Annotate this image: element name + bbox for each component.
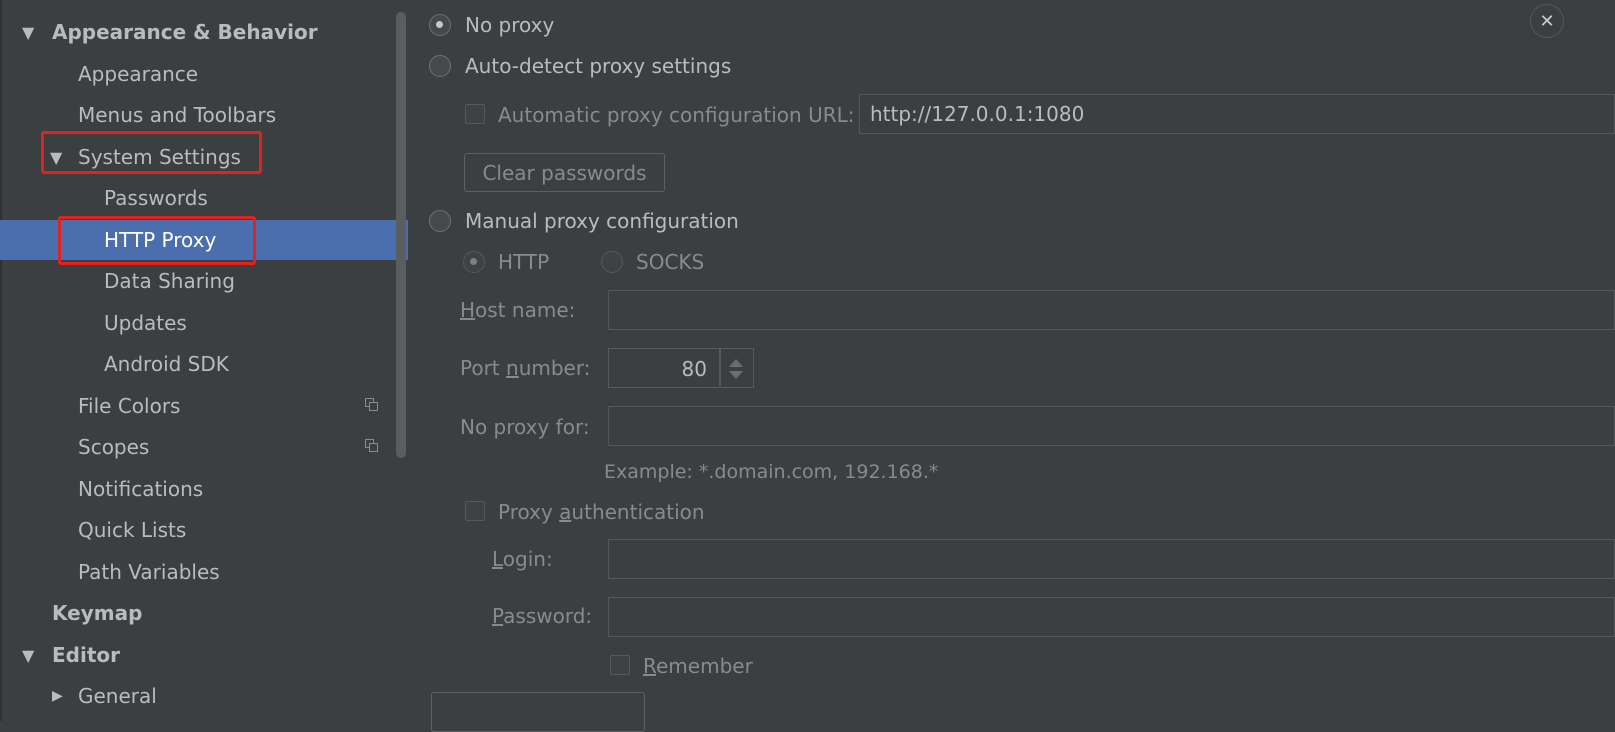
sidebar-item-appearance-behavior[interactable]: ▼ Appearance & Behavior bbox=[0, 12, 408, 52]
sidebar-item-label: File Colors bbox=[78, 394, 181, 418]
login-label: Login: bbox=[492, 547, 553, 571]
sidebar-item-label: General bbox=[78, 684, 157, 708]
sidebar-item-file-colors[interactable]: File Colors bbox=[0, 386, 408, 426]
sidebar-item-label: Android SDK bbox=[104, 352, 229, 376]
sidebar-item-updates[interactable]: Updates bbox=[0, 303, 408, 343]
auto-detect-radio[interactable] bbox=[429, 55, 451, 77]
sidebar-item-path-variables[interactable]: Path Variables bbox=[0, 552, 408, 592]
sidebar-item-quick-lists[interactable]: Quick Lists bbox=[0, 510, 408, 550]
sidebar-item-android-sdk[interactable]: Android SDK bbox=[0, 344, 408, 384]
auto-config-url-field[interactable]: http://127.0.0.1:1080 bbox=[859, 94, 1615, 134]
highlight-box-system-settings bbox=[41, 131, 262, 174]
sidebar-item-notifications[interactable]: Notifications bbox=[0, 469, 408, 509]
sidebar-scrollbar[interactable] bbox=[396, 12, 406, 458]
remember-checkbox[interactable] bbox=[610, 655, 630, 675]
login-field[interactable] bbox=[608, 539, 1615, 579]
no-proxy-example-text: Example: *.domain.com, 192.168.* bbox=[604, 461, 939, 483]
no-proxy-for-field[interactable] bbox=[608, 406, 1615, 446]
http-label[interactable]: HTTP bbox=[498, 250, 549, 274]
sidebar-item-general[interactable]: ▶ General bbox=[0, 676, 408, 716]
host-name-field[interactable] bbox=[608, 290, 1615, 330]
host-name-label: Host name: bbox=[460, 298, 576, 322]
http-radio[interactable] bbox=[463, 251, 485, 273]
sidebar-item-label: Appearance & Behavior bbox=[52, 20, 318, 44]
socks-radio[interactable] bbox=[601, 251, 623, 273]
socks-label[interactable]: SOCKS bbox=[636, 250, 704, 274]
port-number-spinner[interactable]: 80 bbox=[608, 348, 754, 388]
no-proxy-for-label: No proxy for: bbox=[460, 415, 590, 439]
sidebar-item-appearance[interactable]: Appearance bbox=[0, 54, 408, 94]
spinner-down-icon[interactable] bbox=[729, 371, 743, 379]
sidebar-item-label: Menus and Toolbars bbox=[78, 103, 277, 127]
proxy-auth-label[interactable]: Proxy authentication bbox=[498, 500, 705, 524]
port-number-value: 80 bbox=[681, 357, 707, 381]
expand-arrow-icon[interactable]: ▼ bbox=[22, 23, 34, 42]
port-number-label: Port number: bbox=[460, 356, 591, 380]
sidebar-item-keymap[interactable]: Keymap bbox=[0, 593, 408, 633]
sidebar-item-label: Keymap bbox=[52, 601, 143, 625]
password-label: Password: bbox=[492, 604, 593, 628]
sidebar-item-scopes[interactable]: Scopes bbox=[0, 427, 408, 467]
project-level-copy-icon bbox=[365, 439, 379, 453]
auto-config-url-checkbox[interactable] bbox=[465, 104, 485, 124]
check-connection-button[interactable] bbox=[431, 692, 645, 732]
sidebar-item-label: Data Sharing bbox=[104, 269, 235, 293]
project-level-copy-icon bbox=[365, 398, 379, 412]
http-proxy-panel: No proxy Auto-detect proxy settings Auto… bbox=[408, 0, 1615, 732]
sidebar-item-data-sharing[interactable]: Data Sharing bbox=[0, 261, 408, 301]
sidebar-item-editor[interactable]: ▼ Editor bbox=[0, 635, 408, 675]
manual-proxy-radio[interactable] bbox=[429, 210, 451, 232]
sidebar-item-label: Passwords bbox=[104, 186, 208, 210]
sidebar-item-label: Notifications bbox=[78, 477, 204, 501]
sidebar-item-passwords[interactable]: Passwords bbox=[0, 178, 408, 218]
highlight-box-http-proxy bbox=[58, 216, 256, 265]
sidebar-item-label: Updates bbox=[104, 311, 187, 335]
remember-label[interactable]: Remember bbox=[643, 654, 753, 678]
no-proxy-radio[interactable] bbox=[429, 14, 451, 36]
sidebar-item-label: Path Variables bbox=[78, 560, 220, 584]
proxy-auth-checkbox[interactable] bbox=[465, 501, 485, 521]
manual-proxy-label[interactable]: Manual proxy configuration bbox=[465, 209, 739, 233]
spinner-up-icon[interactable] bbox=[729, 359, 743, 367]
sidebar-item-label: Quick Lists bbox=[78, 518, 187, 542]
auto-detect-label[interactable]: Auto-detect proxy settings bbox=[465, 54, 731, 78]
settings-sidebar: ▼ Appearance & Behavior Appearance Menus… bbox=[0, 0, 408, 721]
password-field[interactable] bbox=[608, 597, 1615, 637]
close-icon[interactable]: ✕ bbox=[1530, 4, 1564, 38]
auto-config-url-value: http://127.0.0.1:1080 bbox=[870, 102, 1085, 126]
sidebar-item-label: Appearance bbox=[78, 62, 199, 86]
clear-passwords-button[interactable]: Clear passwords bbox=[464, 153, 665, 192]
expand-arrow-icon[interactable]: ▼ bbox=[22, 646, 34, 665]
sidebar-item-label: Scopes bbox=[78, 435, 150, 459]
sidebar-item-menus-toolbars[interactable]: Menus and Toolbars bbox=[0, 95, 408, 135]
no-proxy-label[interactable]: No proxy bbox=[465, 13, 554, 37]
auto-config-url-label: Automatic proxy configuration URL: bbox=[498, 103, 855, 127]
sidebar-item-label: Editor bbox=[52, 643, 120, 667]
collapse-arrow-icon[interactable]: ▶ bbox=[52, 688, 63, 704]
